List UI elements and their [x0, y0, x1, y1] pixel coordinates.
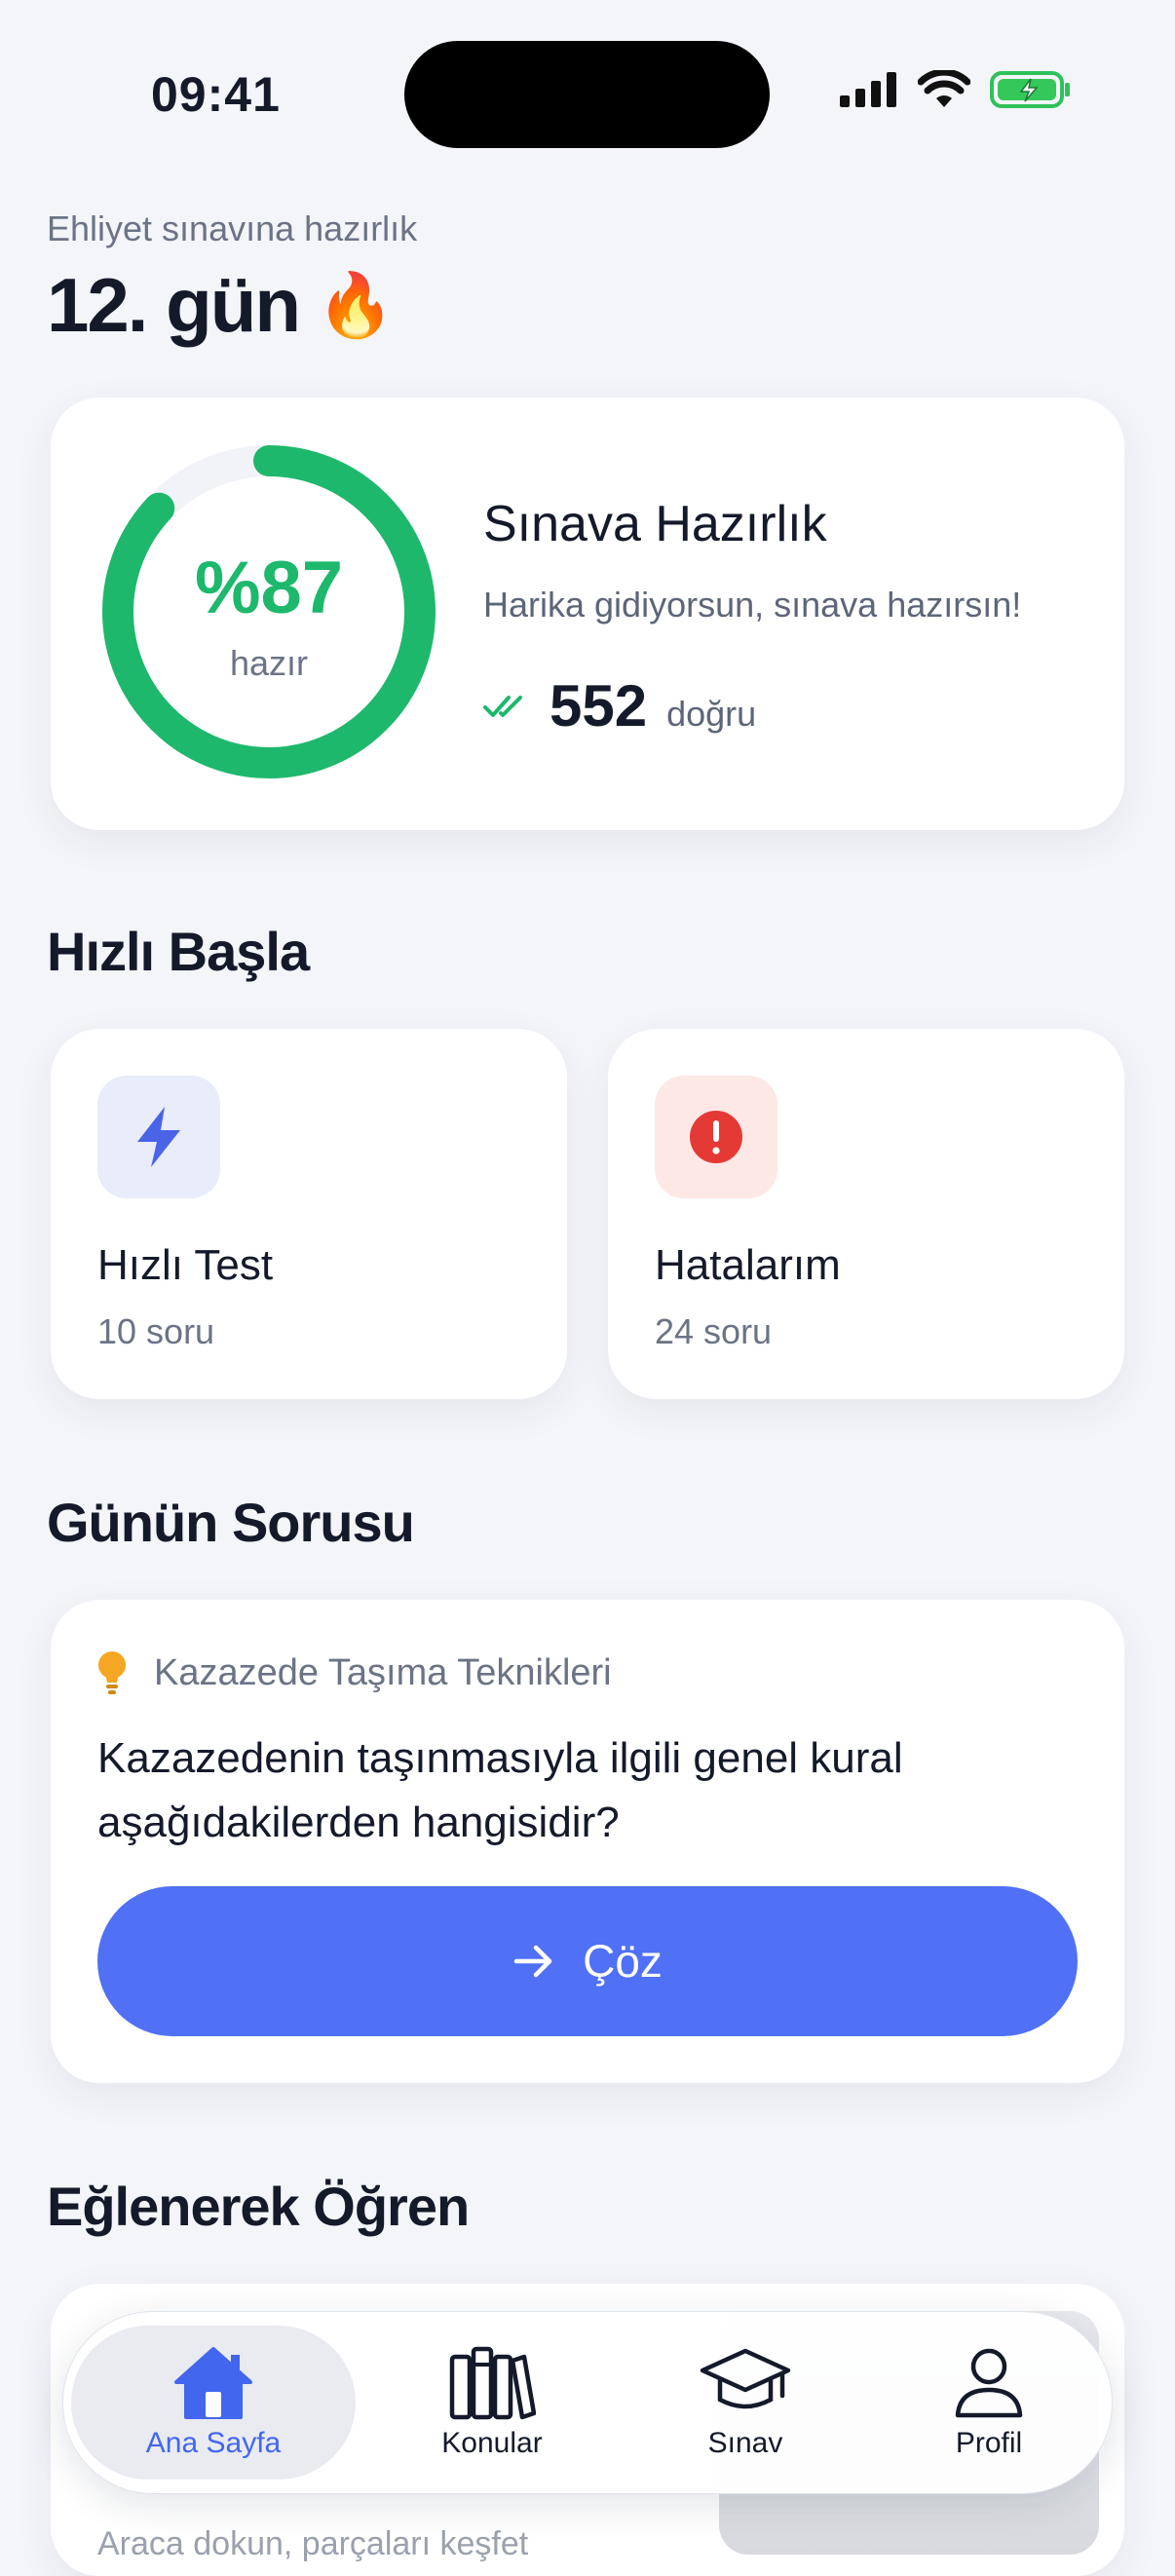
mistakes-count: 24 soru: [655, 1311, 773, 1351]
question-text: Kazazedenin taşınmasıyla ilgili genel ku…: [97, 1734, 903, 1846]
status-time: 09:41: [151, 67, 281, 122]
question-category: Kazazede Taşıma Teknikleri: [97, 1650, 612, 1695]
question-of-day-title: Günün Sorusu: [47, 1492, 415, 1553]
quick-test-count: 10 soru: [97, 1311, 215, 1351]
fire-icon: 🔥: [317, 270, 395, 340]
dynamic-island: [404, 41, 770, 148]
day-count: 12. gün: [47, 262, 301, 348]
learn-hint: Araca dokun, parçaları keşfet: [97, 2525, 529, 2562]
header-subtitle: Ehliyet sınavına hazırlık: [47, 208, 418, 248]
profile-icon: [955, 2348, 1023, 2418]
status-icons: [840, 70, 1072, 109]
learn-title: Eğlenerek Öğren: [47, 2176, 470, 2237]
double-check-icon: [483, 695, 522, 717]
correct-stats: 552 doğru: [483, 672, 756, 739]
arrow-right-icon: [513, 1945, 552, 1978]
battery-icon: [990, 71, 1070, 108]
tab-home-label: Ana Sayfa: [145, 2427, 282, 2459]
tab-exam-label: Sınav: [707, 2427, 783, 2459]
tab-home[interactable]: Ana Sayfa: [71, 2312, 356, 2493]
readiness-card[interactable]: %87 hazır Sınava Hazırlık Harika gidiyor…: [51, 398, 1124, 830]
tab-profile[interactable]: Profil: [872, 2312, 1106, 2493]
alert-icon: [655, 1076, 777, 1198]
question-of-day-card: Kazazede Taşıma Teknikleri Kazazedenin t…: [51, 1600, 1124, 2083]
tab-bar: Ana Sayfa Konular Sınav Profil: [62, 2311, 1113, 2494]
graduation-cap-icon: [700, 2348, 791, 2409]
correct-label: doğru: [666, 694, 757, 734]
wifi-icon: [918, 70, 970, 107]
home-icon: [174, 2347, 252, 2419]
quick-start-title: Hızlı Başla: [47, 921, 310, 982]
quick-test-title: Hızlı Test: [97, 1241, 274, 1289]
readiness-message: Harika gidiyorsun, sınava hazırsın!: [483, 585, 1022, 625]
mistakes-card[interactable]: Hatalarım 24 soru: [608, 1029, 1124, 1399]
quick-test-card[interactable]: Hızlı Test 10 soru: [51, 1029, 567, 1399]
solve-button-label: Çöz: [583, 1936, 663, 1987]
correct-count: 552: [550, 673, 648, 739]
mistakes-title: Hatalarım: [655, 1241, 841, 1289]
lightning-icon: [97, 1076, 220, 1198]
tab-topics[interactable]: Konular: [375, 2312, 609, 2493]
tab-exam[interactable]: Sınav: [628, 2312, 862, 2493]
lightbulb-icon: [98, 1651, 126, 1694]
tab-topics-label: Konular: [441, 2427, 543, 2459]
solve-button[interactable]: Çöz: [97, 1886, 1078, 2036]
readiness-title: Sınava Hazırlık: [483, 496, 827, 552]
readiness-percent-label: hazır: [229, 643, 309, 683]
books-icon: [449, 2346, 536, 2420]
readiness-percent: %87: [194, 547, 344, 629]
day-streak-title: 12. gün 🔥: [47, 261, 395, 350]
tab-profile-label: Profil: [955, 2427, 1023, 2459]
signal-icon: [840, 72, 896, 107]
question-category-label: Kazazede Taşıma Teknikleri: [154, 1651, 612, 1693]
